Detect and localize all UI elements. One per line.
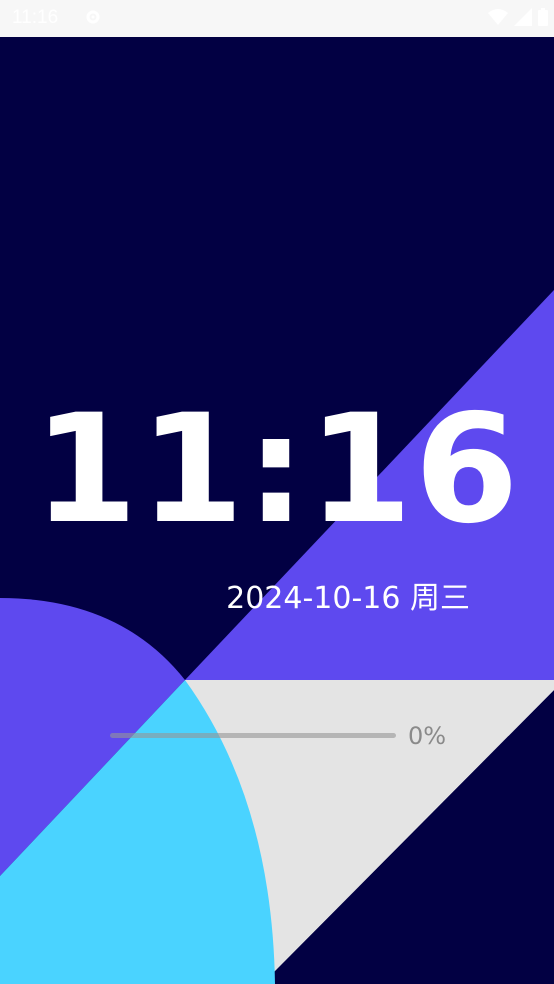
lock-date: 2024-10-16 周三 [226, 581, 470, 616]
lock-clock: 11:16 [33, 383, 521, 557]
lock-screen: 11:16 11:16 2024-10-16 周三 0% [0, 0, 554, 984]
status-icons [488, 8, 548, 26]
progress-track [110, 733, 396, 738]
status-bar: 11:16 [0, 0, 554, 37]
progress-indicator: 0% [110, 722, 450, 752]
battery-icon [538, 8, 548, 26]
status-time: 11:16 [12, 7, 59, 28]
gear-icon [86, 10, 100, 24]
signal-icon [514, 8, 532, 26]
progress-percent: 0% [408, 722, 447, 750]
wifi-icon [488, 9, 508, 25]
